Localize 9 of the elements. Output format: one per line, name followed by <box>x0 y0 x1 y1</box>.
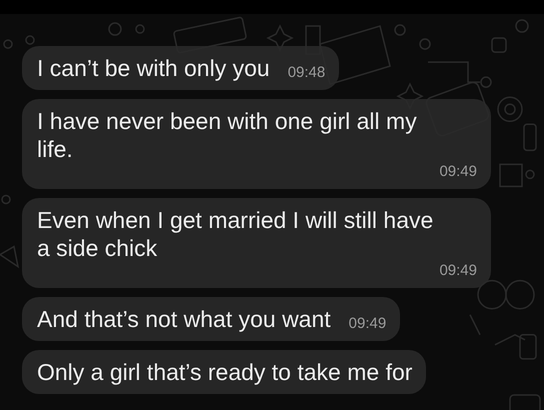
message-time: 09:49 <box>348 315 386 333</box>
message-text: I can’t be with only you <box>37 54 270 82</box>
message-text: Only a girl that’s ready to take me for <box>37 358 412 386</box>
message-time: 09:49 <box>438 262 477 280</box>
message-time: 09:49 <box>438 163 477 181</box>
message-time: 09:48 <box>286 64 326 82</box>
message-text: I have never been with one girl all my life. <box>37 107 418 163</box>
message-text: And that’s not what you want <box>37 305 331 333</box>
message-text: Even when I get married I will still have a side chick <box>37 206 434 262</box>
